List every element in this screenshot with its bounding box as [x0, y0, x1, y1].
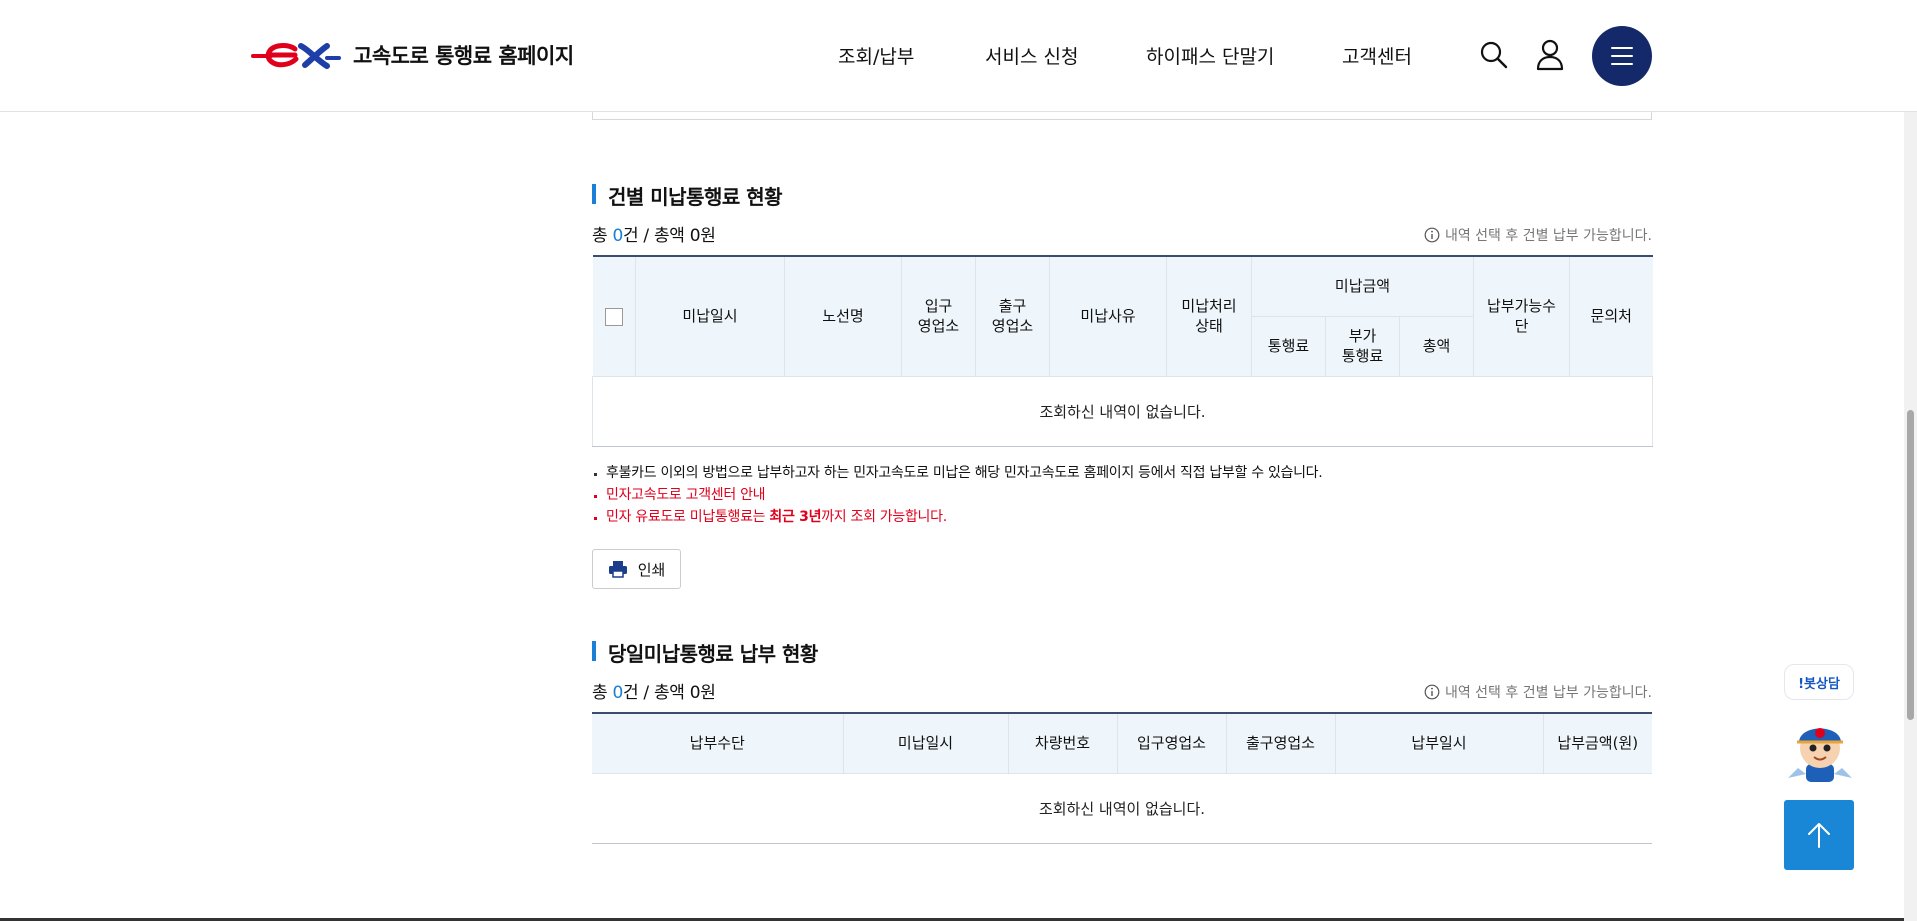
select-all-header: [592, 256, 636, 377]
col-entry-office: 입구 영업소: [901, 256, 976, 377]
col-entry-office: 입구영업소: [1117, 713, 1227, 774]
hamburger-menu-button[interactable]: [1592, 26, 1652, 86]
col-payment-method: 납부가능수 단: [1473, 256, 1570, 377]
section-title-unpaid-by-case: 건별 미납통행료 현황: [592, 181, 783, 210]
menu-icon: [1611, 47, 1633, 65]
info-icon: [1424, 684, 1440, 700]
chatbot-button[interactable]: !봇상담: [1784, 664, 1854, 700]
notice-list: 후불카드 이외의 방법으로 납부하고자 하는 민자고속도로 미납은 해당 민자고…: [592, 465, 1323, 531]
empty-row: 조회하신 내역이 없습니다.: [592, 773, 1652, 844]
unpaid-toll-table: 미납일시 노선명 입구 영업소 출구 영업소 미납사유 미납처리 상태 미납금액…: [592, 255, 1653, 447]
col-payment-date: 납부일시: [1335, 713, 1544, 774]
col-route-name: 노선명: [784, 256, 902, 377]
same-day-payment-table: 납부수단 미납일시 차량번호 입구영업소 출구영업소 납부일시 납부금액(원) …: [592, 712, 1652, 844]
col-payment-amount: 납부금액(원): [1543, 713, 1652, 774]
nav-service-apply[interactable]: 서비스 신청: [985, 42, 1078, 69]
ex-logo-icon: [251, 43, 341, 69]
section-title-same-day-unpaid: 당일미납통행료 납부 현황: [592, 638, 818, 667]
col-toll: 통행료: [1251, 316, 1326, 377]
col-exit-office: 출구 영업소: [975, 256, 1050, 377]
site-logo[interactable]: 고속도로 통행료 홈페이지: [251, 40, 574, 70]
col-payment-method: 납부수단: [592, 713, 844, 774]
section1-note: 내역 선택 후 건별 납부 가능합니다.: [1424, 225, 1652, 245]
section1-summary: 총 0건 / 총액 0원: [592, 226, 716, 246]
print-button[interactable]: 인쇄: [592, 549, 681, 589]
search-icon[interactable]: [1478, 38, 1510, 72]
notice-item: 후불카드 이외의 방법으로 납부하고자 하는 민자고속도로 미납은 해당 민자고…: [592, 465, 1323, 482]
section2-note: 내역 선택 후 건별 납부 가능합니다.: [1424, 682, 1652, 702]
col-unpaid-amount-group: 미납금액: [1251, 256, 1474, 317]
nav-hipass-terminal[interactable]: 하이패스 단말기: [1146, 42, 1274, 69]
empty-row: 조회하신 내역이 없습니다.: [592, 376, 1653, 447]
col-unpaid-date: 미납일시: [843, 713, 1009, 774]
col-contact: 문의처: [1569, 256, 1653, 377]
notice-item: 민자 유료도로 미납통행료는 최근 3년까지 조회 가능합니다.: [592, 509, 1322, 526]
col-extra-toll: 부가 통행료: [1325, 316, 1400, 377]
printer-icon: [608, 561, 627, 578]
col-unpaid-date: 미납일시: [635, 256, 785, 377]
mascot-chatbot-icon[interactable]: [1784, 712, 1856, 784]
col-unpaid-reason: 미납사유: [1049, 256, 1167, 377]
col-vehicle-number: 차량번호: [1008, 713, 1118, 774]
user-icon[interactable]: [1534, 38, 1566, 72]
scroll-to-top-button[interactable]: [1784, 800, 1854, 870]
info-icon: [1424, 227, 1440, 243]
col-total: 총액: [1399, 316, 1474, 377]
col-processing-status: 미납처리 상태: [1166, 256, 1252, 377]
nav-inquiry-payment[interactable]: 조회/납부: [838, 42, 914, 69]
arrow-up-icon: [1808, 823, 1830, 848]
col-exit-office: 출구영업소: [1226, 713, 1336, 774]
section2-count: 0: [612, 683, 623, 703]
site-header: 고속도로 통행료 홈페이지 조회/납부 서비스 신청 하이패스 단말기 고객센터: [0, 0, 1917, 112]
private-highway-cs-link[interactable]: 민자고속도로 고객센터 안내: [592, 487, 1322, 504]
page-scrollbar[interactable]: [1904, 0, 1917, 921]
nav-customer-center[interactable]: 고객센터: [1342, 42, 1412, 69]
logo-title: 고속도로 통행료 홈페이지: [353, 44, 574, 68]
section2-summary: 총 0건 / 총액 0원: [592, 683, 716, 703]
section1-count: 0: [612, 226, 623, 246]
select-all-checkbox[interactable]: [604, 307, 623, 326]
scrollbar-thumb[interactable]: [1907, 410, 1914, 720]
